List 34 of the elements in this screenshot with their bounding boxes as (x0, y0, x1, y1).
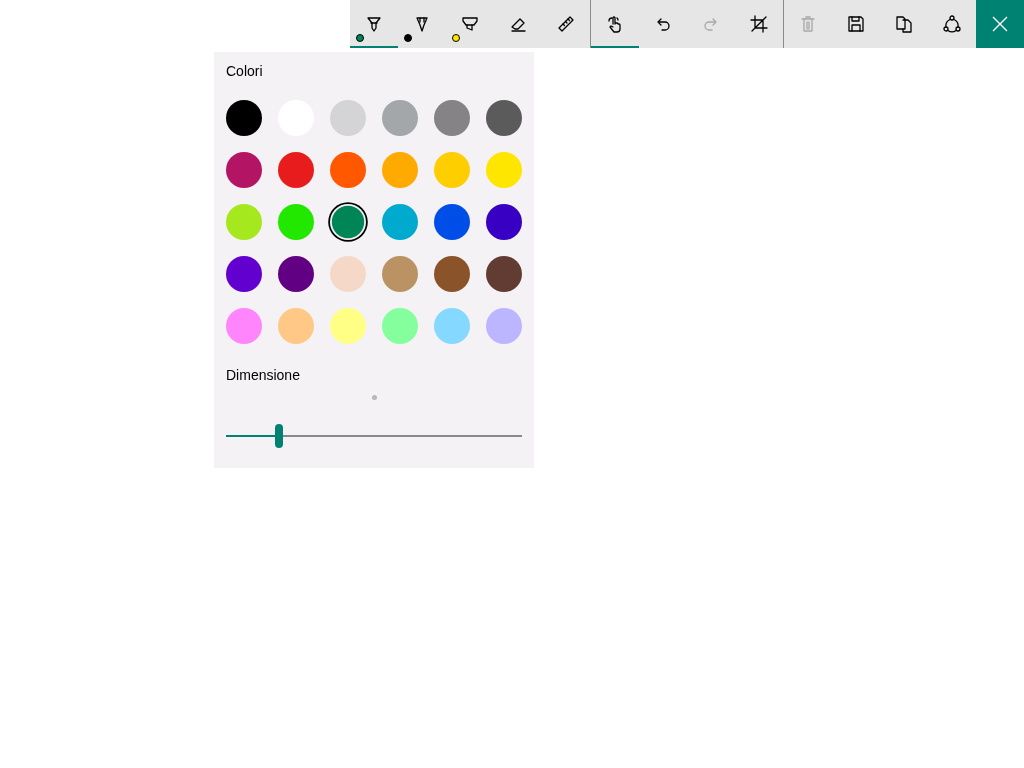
color-swatch[interactable] (226, 308, 262, 344)
color-swatch[interactable] (330, 256, 366, 292)
color-swatch[interactable] (382, 100, 418, 136)
color-swatch[interactable] (330, 152, 366, 188)
color-swatch[interactable] (226, 100, 262, 136)
color-swatch[interactable] (278, 152, 314, 188)
color-swatch[interactable] (330, 308, 366, 344)
color-swatch[interactable] (486, 308, 522, 344)
color-swatch[interactable] (382, 256, 418, 292)
color-swatch[interactable] (226, 256, 262, 292)
size-slider[interactable] (226, 423, 522, 449)
close-icon (990, 14, 1010, 34)
color-swatch[interactable] (434, 308, 470, 344)
color-swatch[interactable] (434, 100, 470, 136)
color-swatch[interactable] (382, 308, 418, 344)
size-heading: Dimensione (226, 366, 300, 384)
color-swatch[interactable] (382, 152, 418, 188)
slider-thumb[interactable] (275, 424, 284, 448)
color-swatch[interactable] (278, 256, 314, 292)
colors-heading: Colori (226, 62, 263, 80)
color-swatch[interactable] (486, 204, 522, 240)
color-swatch[interactable] (278, 308, 314, 344)
color-swatch[interactable] (226, 152, 262, 188)
color-swatch[interactable] (434, 152, 470, 188)
color-swatch[interactable] (486, 256, 522, 292)
color-swatch[interactable] (486, 152, 522, 188)
color-swatch[interactable] (382, 204, 418, 240)
color-swatch[interactable] (226, 204, 262, 240)
color-swatch[interactable] (434, 256, 470, 292)
color-swatch[interactable] (278, 204, 314, 240)
color-swatch[interactable] (331, 205, 365, 239)
color-swatch[interactable] (434, 204, 470, 240)
color-swatch[interactable] (330, 100, 366, 136)
color-swatch[interactable] (486, 100, 522, 136)
